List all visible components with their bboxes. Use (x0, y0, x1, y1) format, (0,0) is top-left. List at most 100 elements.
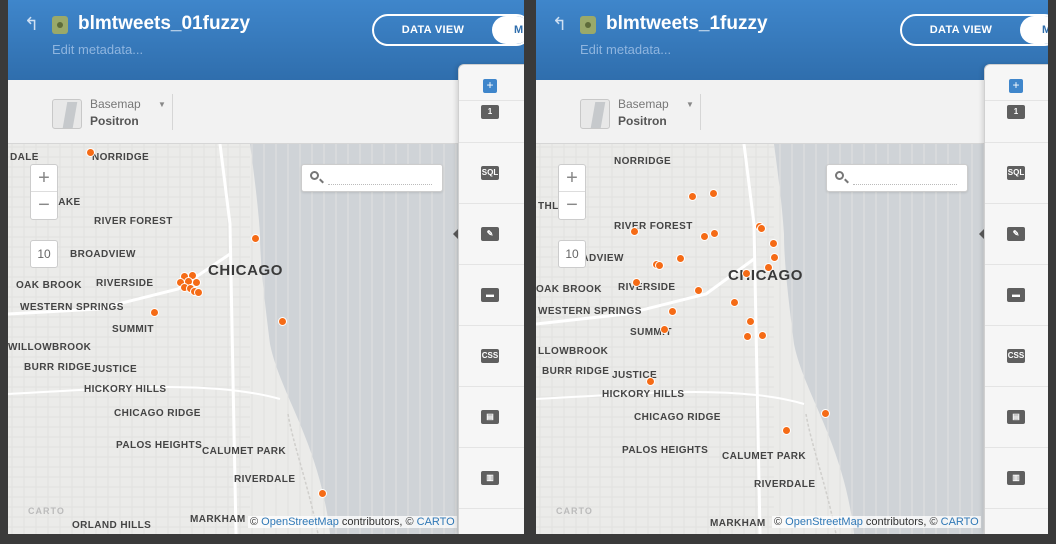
place-label: RIVER FOREST (614, 221, 693, 232)
tweet-point-marker[interactable] (85, 147, 95, 157)
legend-tool-button[interactable]: ▤ (985, 388, 1048, 448)
tweet-point-marker[interactable] (654, 260, 664, 270)
tweet-point-marker[interactable] (709, 228, 719, 238)
map-canvas[interactable]: DALENORRIDGERTHLAKERIVER FORESTBROADVIEW… (8, 144, 524, 534)
basemap-value[interactable]: Positron (618, 114, 667, 128)
lock-icon[interactable] (52, 16, 68, 34)
tweet-point-marker[interactable] (645, 376, 655, 386)
tweet-point-marker[interactable] (693, 285, 703, 295)
basemap-value[interactable]: Positron (90, 114, 139, 128)
place-label: DALE (10, 152, 39, 163)
osm-link[interactable]: OpenStreetMap (261, 516, 339, 528)
map-canvas[interactable]: NORRIDGETHLAKERIVER FORESTBROADVIEWCHICA… (536, 144, 1048, 534)
tweet-point-marker[interactable] (729, 297, 739, 307)
chevron-down-icon[interactable]: ▼ (686, 100, 694, 109)
tweet-point-marker[interactable] (629, 226, 639, 236)
view-toggle[interactable]: DATA VIEW M (900, 14, 1048, 46)
data-view-tab[interactable]: DATA VIEW (374, 16, 492, 44)
osm-link[interactable]: OpenStreetMap (785, 516, 863, 528)
tweet-point-marker[interactable] (820, 408, 830, 418)
place-label: BURR RIDGE (24, 362, 92, 373)
active-tool-caret-icon (979, 229, 984, 239)
toolbar-divider (172, 94, 173, 130)
zoom-level-indicator: 10 (558, 240, 586, 268)
tweet-point-marker[interactable] (708, 188, 718, 198)
edit-metadata-link[interactable]: Edit metadata... (580, 42, 671, 57)
tweet-point-marker[interactable] (741, 268, 751, 278)
edit-metadata-link[interactable]: Edit metadata... (52, 42, 143, 57)
back-arrow-icon[interactable]: ↰ (552, 14, 567, 35)
zoom-in-button[interactable]: + (559, 165, 585, 192)
carto-link[interactable]: CARTO (941, 516, 979, 528)
view-toggle[interactable]: DATA VIEW M (372, 14, 524, 46)
data-view-tab[interactable]: DATA VIEW (902, 16, 1020, 44)
zoom-level-indicator: 10 (30, 240, 58, 268)
search-icon (835, 171, 844, 180)
tweet-point-marker[interactable] (149, 307, 159, 317)
tweet-point-marker[interactable] (763, 262, 773, 272)
back-arrow-icon[interactable]: ↰ (24, 14, 39, 35)
tweet-point-marker[interactable] (781, 425, 791, 435)
tweet-point-marker[interactable] (193, 287, 203, 297)
basemap-thumbnail[interactable] (580, 99, 610, 129)
tweet-point-marker[interactable] (659, 324, 669, 334)
map-attribution: © OpenStreetMap contributors, © CARTO (772, 516, 981, 528)
tweet-point-marker[interactable] (687, 191, 697, 201)
attribution-middle: contributors, © (338, 516, 417, 528)
tweet-point-marker[interactable] (756, 223, 766, 233)
filters-tool-icon: ▥ (1007, 471, 1025, 485)
legend-tool-button[interactable]: ▤ (459, 388, 524, 448)
css-tool-button[interactable]: CSS (459, 327, 524, 387)
css-tool-icon: CSS (481, 349, 499, 363)
css-tool-button[interactable]: CSS (985, 327, 1048, 387)
basemap-label: Basemap (90, 97, 141, 111)
layer-one-button[interactable]: 1 (459, 83, 524, 143)
tweet-point-marker[interactable] (277, 316, 287, 326)
lock-icon[interactable] (580, 16, 596, 34)
tweet-point-marker[interactable] (699, 231, 709, 241)
chevron-down-icon[interactable]: ▼ (158, 100, 166, 109)
map-editor-window-left: ↰ blmtweets_01fuzzy Edit metadata... DAT… (8, 0, 524, 534)
tweet-point-marker[interactable] (742, 331, 752, 341)
place-label: BROADVIEW (70, 249, 136, 260)
tweet-point-marker[interactable] (250, 233, 260, 243)
map-editor-window-right: ↰ blmtweets_1fuzzy Edit metadata... DATA… (536, 0, 1048, 534)
layer-one-button[interactable]: 1 (985, 83, 1048, 143)
tweet-point-marker[interactable] (768, 238, 778, 248)
tweet-point-marker[interactable] (667, 306, 677, 316)
layer-one-icon: 1 (481, 105, 499, 119)
infowindow-tool-button[interactable]: ▬ (985, 266, 1048, 326)
zoom-out-button[interactable]: − (559, 192, 585, 219)
tweet-point-marker[interactable] (631, 277, 641, 287)
filters-tool-button[interactable]: ▥ (459, 449, 524, 509)
infowindow-tool-button[interactable]: ▬ (459, 266, 524, 326)
wizard-tool-icon: ✎ (481, 227, 499, 241)
dataset-title[interactable]: blmtweets_1fuzzy (606, 13, 768, 35)
sql-tool-button[interactable]: SQL (459, 144, 524, 204)
wizard-tool-button[interactable]: ✎ (979, 205, 1048, 265)
tweet-point-marker[interactable] (675, 253, 685, 263)
sql-tool-button[interactable]: SQL (985, 144, 1048, 204)
map-view-tab[interactable]: M (492, 16, 524, 44)
carto-link[interactable]: CARTO (417, 516, 455, 528)
tweet-point-marker[interactable] (745, 316, 755, 326)
dataset-title[interactable]: blmtweets_01fuzzy (78, 13, 250, 35)
tweet-point-marker[interactable] (769, 252, 779, 262)
tweet-point-marker[interactable] (317, 488, 327, 498)
place-label: LLOWBROOK (538, 346, 609, 357)
map-search-input[interactable] (328, 171, 432, 185)
tweet-point-marker[interactable] (757, 330, 767, 340)
wizard-tool-button[interactable]: ✎ (453, 205, 524, 265)
zoom-in-button[interactable]: + (31, 165, 57, 192)
layer-one-icon: 1 (1007, 105, 1025, 119)
place-label: CHICAGO RIDGE (634, 412, 721, 423)
place-label: MARKHAM (190, 514, 246, 525)
map-search-input[interactable] (853, 171, 957, 185)
place-label: CALUMET PARK (202, 446, 287, 457)
zoom-control: + − (30, 164, 58, 220)
filters-tool-button[interactable]: ▥ (985, 449, 1048, 509)
place-label: WILLOWBROOK (8, 342, 92, 353)
map-view-tab[interactable]: M (1020, 16, 1048, 44)
basemap-thumbnail[interactable] (52, 99, 82, 129)
zoom-out-button[interactable]: − (31, 192, 57, 219)
